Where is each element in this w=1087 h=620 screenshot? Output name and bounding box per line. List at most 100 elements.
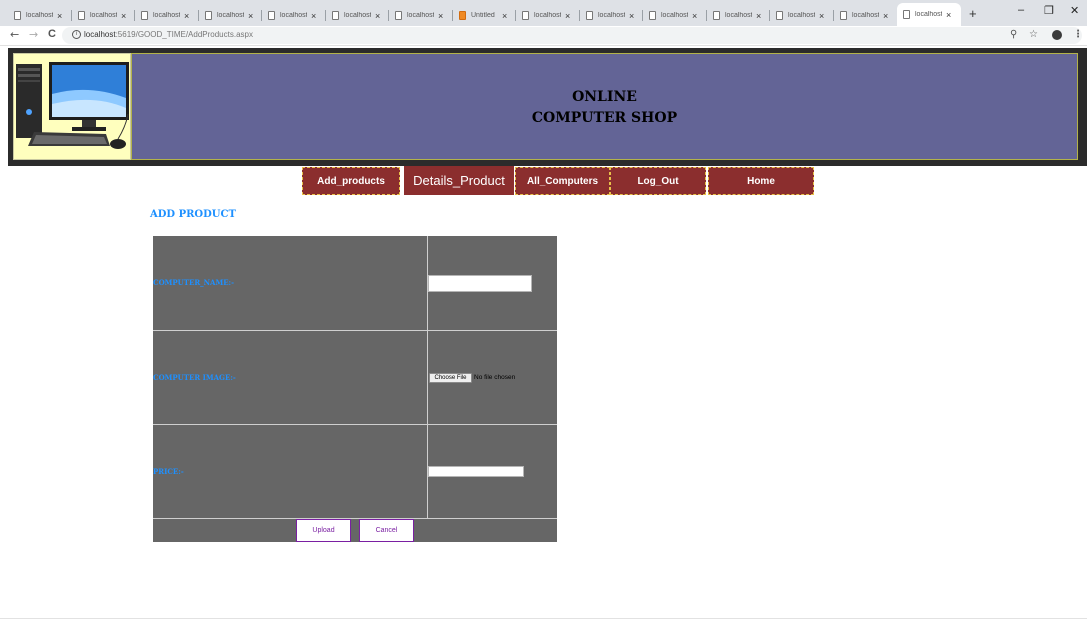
site-title: ONLINE COMPUTER SHOP bbox=[131, 87, 1078, 129]
browser-tab[interactable]: localhost × bbox=[580, 5, 643, 26]
browser-tab[interactable]: localhost × bbox=[262, 5, 326, 26]
back-arrow-icon[interactable]: ← bbox=[10, 28, 19, 41]
tab-label: localhost bbox=[534, 12, 561, 19]
file-status-text: No file chosen bbox=[474, 374, 516, 381]
close-icon[interactable]: × bbox=[502, 11, 507, 21]
tab-label: localhost bbox=[344, 12, 371, 19]
browser-tab[interactable]: Untitled × bbox=[453, 5, 516, 26]
menu-log-out[interactable]: Log_Out bbox=[610, 167, 706, 195]
close-icon[interactable]: × bbox=[248, 11, 253, 21]
close-icon[interactable]: × bbox=[565, 11, 570, 21]
close-icon[interactable]: × bbox=[311, 11, 316, 21]
page-icon bbox=[332, 11, 339, 20]
tab-label: localhost bbox=[407, 12, 434, 19]
computer-image-label: COMPUTER IMAGE:- bbox=[153, 373, 236, 382]
url-text[interactable]: localhost:5619/GOOD_TIME/AddProducts.asp… bbox=[84, 30, 253, 39]
new-tab-button[interactable]: + bbox=[969, 6, 977, 21]
row-divider bbox=[153, 424, 557, 425]
profile-avatar-icon[interactable] bbox=[1052, 30, 1062, 40]
browser-tab-active[interactable]: localhost × bbox=[897, 3, 961, 26]
page-bottom-divider bbox=[0, 618, 1087, 619]
page-icon bbox=[395, 11, 402, 20]
minimize-icon[interactable]: – bbox=[1018, 4, 1024, 16]
menu-all-computers[interactable]: All_Computers bbox=[515, 167, 610, 195]
page-icon bbox=[14, 11, 21, 20]
computer-name-label: COMPUTER_NAME:- bbox=[153, 278, 235, 287]
page-icon bbox=[205, 11, 212, 20]
menu-home[interactable]: Home bbox=[708, 167, 814, 195]
desktop-computer-icon bbox=[16, 62, 129, 149]
star-icon[interactable]: ☆ bbox=[1029, 29, 1038, 40]
tab-label: localhost bbox=[915, 11, 942, 18]
close-icon[interactable]: × bbox=[438, 11, 443, 21]
browser-tab[interactable]: localhost × bbox=[643, 5, 707, 26]
menu-details-product[interactable]: Details_Product bbox=[404, 166, 514, 195]
row-divider bbox=[153, 518, 557, 519]
tab-label: localhost bbox=[725, 12, 752, 19]
cancel-button[interactable]: Cancel bbox=[359, 519, 414, 542]
page-icon bbox=[903, 10, 910, 19]
browser-tab[interactable]: localhost × bbox=[389, 5, 453, 26]
close-icon[interactable]: × bbox=[57, 11, 62, 21]
computer-name-input[interactable] bbox=[428, 275, 532, 292]
site-title-line1: ONLINE bbox=[572, 89, 637, 105]
zoom-icon[interactable]: ⚲ bbox=[1010, 29, 1017, 40]
close-icon[interactable]: × bbox=[692, 11, 697, 21]
tab-label: localhost bbox=[90, 12, 117, 19]
orange-app-icon bbox=[459, 11, 466, 20]
browser-tab[interactable]: localhost × bbox=[135, 5, 199, 26]
tab-label: localhost bbox=[788, 12, 815, 19]
info-icon[interactable]: i bbox=[72, 30, 81, 39]
add-product-form: COMPUTER_NAME:- COMPUTER IMAGE:- Choose … bbox=[153, 236, 557, 542]
computer-logo bbox=[13, 53, 131, 160]
price-input[interactable] bbox=[428, 466, 524, 477]
tab-label: localhost bbox=[26, 12, 53, 19]
site-title-line2: COMPUTER SHOP bbox=[531, 110, 678, 126]
tab-label: Untitled bbox=[471, 12, 495, 19]
browser-tab[interactable]: localhost × bbox=[516, 5, 580, 26]
tab-label: localhost bbox=[280, 12, 307, 19]
close-icon[interactable]: × bbox=[883, 11, 888, 21]
tab-label: localhost bbox=[217, 12, 244, 19]
browser-tab-strip: localhost × localhost × localhost × localho… bbox=[0, 0, 1087, 26]
close-icon[interactable]: × bbox=[946, 10, 951, 20]
close-icon[interactable]: × bbox=[756, 11, 761, 21]
price-label: PRICE:- bbox=[153, 467, 184, 476]
close-icon[interactable]: × bbox=[184, 11, 189, 21]
page-icon bbox=[268, 11, 275, 20]
page-heading: ADD PRODUCT bbox=[150, 209, 236, 220]
upload-button[interactable]: Upload bbox=[296, 519, 351, 542]
close-icon[interactable]: × bbox=[819, 11, 824, 21]
reload-icon[interactable]: C bbox=[48, 28, 56, 40]
forward-arrow-icon[interactable]: → bbox=[29, 28, 38, 41]
choose-file-button[interactable]: Choose File bbox=[429, 373, 472, 383]
browser-tab[interactable]: localhost × bbox=[834, 5, 897, 26]
page-icon bbox=[649, 11, 656, 20]
close-icon[interactable]: × bbox=[629, 11, 634, 21]
browser-tab[interactable]: localhost × bbox=[199, 5, 262, 26]
maximize-icon[interactable]: ❐ bbox=[1044, 4, 1054, 17]
page-icon bbox=[522, 11, 529, 20]
close-window-icon[interactable]: ✕ bbox=[1070, 4, 1079, 17]
close-icon[interactable]: × bbox=[121, 11, 126, 21]
page-icon bbox=[840, 11, 847, 20]
browser-tab[interactable]: localhost × bbox=[72, 5, 135, 26]
close-icon[interactable]: × bbox=[375, 11, 380, 21]
page-icon bbox=[78, 11, 85, 20]
browser-tab[interactable]: localhost × bbox=[8, 5, 72, 26]
tab-label: localhost bbox=[661, 12, 688, 19]
tab-label: localhost bbox=[153, 12, 180, 19]
browser-tab[interactable]: localhost × bbox=[707, 5, 770, 26]
browser-tab[interactable]: localhost × bbox=[770, 5, 834, 26]
browser-tab[interactable]: localhost × bbox=[326, 5, 389, 26]
row-divider bbox=[153, 330, 557, 331]
address-bar: ← → C i localhost:5619/GOOD_TIME/AddProd… bbox=[0, 26, 1087, 46]
menu-add-products[interactable]: Add_products bbox=[302, 167, 400, 195]
browser-menu-icon[interactable]: ⋮ bbox=[1073, 29, 1083, 40]
page-icon bbox=[141, 11, 148, 20]
tab-label: localhost bbox=[598, 12, 625, 19]
tab-label: localhost bbox=[852, 12, 879, 19]
page-icon bbox=[713, 11, 720, 20]
url-host: localhost bbox=[84, 30, 116, 39]
page-icon bbox=[776, 11, 783, 20]
